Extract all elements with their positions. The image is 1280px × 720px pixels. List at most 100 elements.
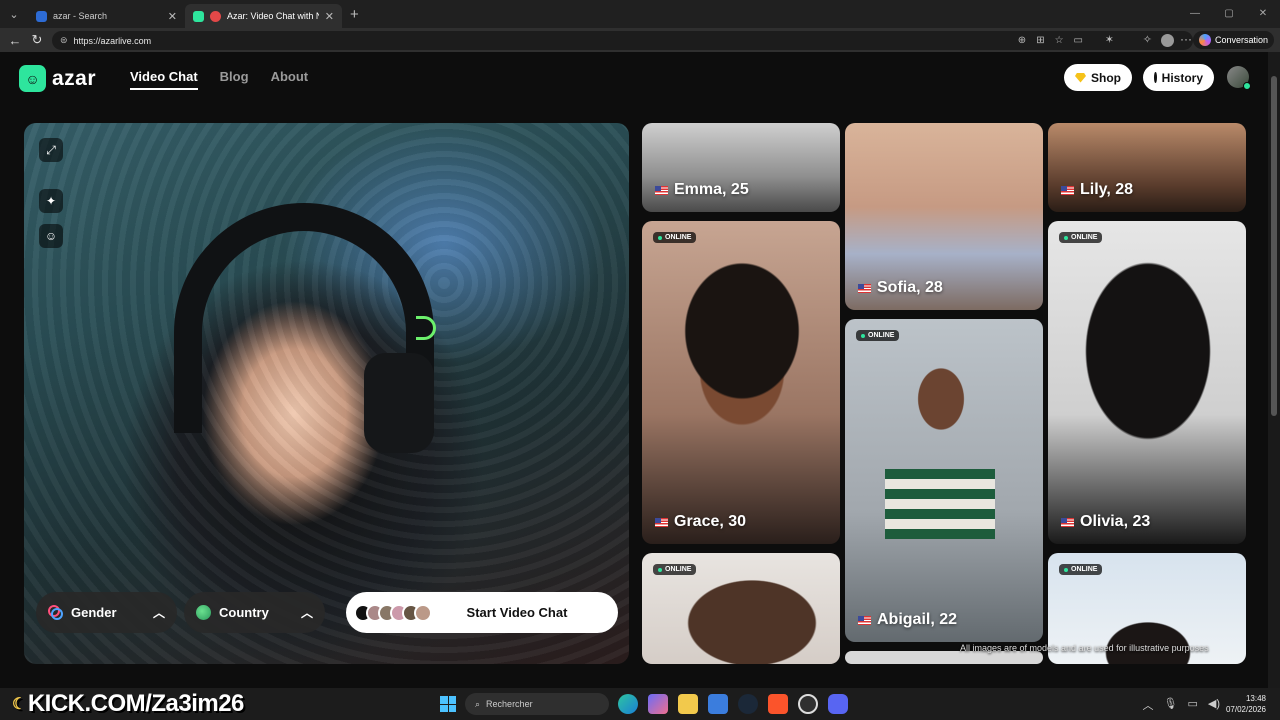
shop-button[interactable]: Shop: [1064, 64, 1132, 91]
us-flag-icon: [655, 185, 668, 195]
profile-name: Olivia, 23: [1061, 513, 1150, 531]
online-badge: ONLINE: [856, 330, 900, 341]
profile-name: Sofia, 28: [858, 279, 943, 297]
gender-filter-button[interactable]: Gender ︿: [36, 592, 177, 633]
search-favicon-icon: [36, 10, 47, 22]
edge-icon[interactable]: [618, 694, 638, 714]
overlay-text: KICK.COM/Za3im26: [27, 690, 245, 717]
headphones-cup-shape: [364, 353, 434, 453]
brave-icon[interactable]: [768, 694, 788, 714]
nav-blog[interactable]: Blog: [220, 69, 249, 90]
nav-about[interactable]: About: [271, 69, 309, 90]
gender-icon: [48, 605, 63, 620]
url-input[interactable]: ⊜ https://azarlive.com ⊕ ⊞ ☆ ▭: [52, 31, 1193, 50]
profile-card[interactable]: ONLINE Abigail, 22: [845, 319, 1043, 642]
magic-wand-icon[interactable]: ✦: [39, 189, 63, 213]
gender-label: Gender: [71, 605, 117, 620]
sticker-icon[interactable]: ☺: [39, 224, 63, 248]
network-icon[interactable]: ▭: [1187, 697, 1197, 713]
online-badge: ONLINE: [653, 564, 697, 575]
volume-icon[interactable]: ◀): [1208, 697, 1220, 713]
logo-text: azar: [52, 66, 97, 90]
obs-icon[interactable]: [798, 694, 818, 714]
minimize-icon[interactable]: —: [1178, 0, 1212, 26]
media-icon[interactable]: ▭: [1074, 35, 1083, 46]
address-bar: ← ↻ ⊜ https://azarlive.com ⊕ ⊞ ☆ ▭ ✶ ✧ ·…: [0, 28, 1280, 52]
taskbar-search[interactable]: ⌕ Rechercher: [465, 693, 609, 715]
browser-tab-bar: ⌄ azar - Search ✕ Azar: Video Chat with …: [0, 0, 1280, 28]
profile-card[interactable]: Sofia, 28: [845, 123, 1043, 310]
profile-name-text: Sofia, 28: [877, 279, 943, 296]
start-video-chat-label: Start Video Chat: [466, 605, 568, 620]
camera-preview: ⤢ ✦ ☺: [24, 123, 629, 664]
site-info-icon[interactable]: ⊜: [60, 35, 68, 46]
us-flag-icon: [858, 283, 871, 293]
more-icon[interactable]: ···: [1180, 32, 1192, 46]
steam-icon[interactable]: [738, 694, 758, 714]
country-filter-button[interactable]: Country ︿: [184, 592, 325, 633]
new-tab-icon[interactable]: +: [350, 6, 359, 23]
profile-name-text: Abigail, 22: [877, 611, 958, 628]
recording-icon: [210, 10, 221, 22]
history-label: History: [1161, 70, 1203, 85]
profile-name: Emma, 25: [655, 181, 749, 199]
online-label: ONLINE: [665, 234, 692, 241]
tab-search[interactable]: azar - Search ✕: [28, 4, 185, 28]
profile-card[interactable]: ONLINE: [642, 553, 840, 664]
chevron-up-icon: ︿: [300, 606, 313, 620]
fullscreen-icon[interactable]: ⤢: [39, 138, 63, 162]
avatar[interactable]: [1227, 66, 1251, 90]
profile-card[interactable]: Emma, 25: [642, 123, 840, 212]
discord-icon[interactable]: [828, 694, 848, 714]
tray-chevron-up-icon[interactable]: ︿: [1143, 697, 1154, 713]
close-window-icon[interactable]: ✕: [1246, 0, 1280, 26]
translate-icon[interactable]: ⊕: [1018, 35, 1026, 46]
close-icon[interactable]: ✕: [168, 10, 177, 23]
store-icon[interactable]: [708, 694, 728, 714]
windows-start-icon[interactable]: [440, 696, 456, 712]
globe-icon: [196, 605, 211, 620]
copilot-icon: [1198, 34, 1211, 46]
microphone-icon[interactable]: 🎙︎: [1164, 697, 1178, 713]
taskbar-apps: [618, 694, 848, 714]
copilot-app-icon[interactable]: [648, 694, 668, 714]
conversation-label: Conversation: [1214, 35, 1268, 45]
shop-label: Shop: [1091, 70, 1121, 85]
tab-azar[interactable]: Azar: Video Chat with New Pe ✕: [185, 4, 342, 28]
tab-title: azar - Search: [53, 11, 108, 21]
time-text: 13:48: [1245, 694, 1266, 703]
close-icon[interactable]: ✕: [325, 10, 334, 23]
profile-icon[interactable]: [1161, 34, 1174, 47]
profile-card[interactable]: ONLINE Grace, 30: [642, 221, 840, 544]
favorite-star-icon[interactable]: ☆: [1055, 35, 1064, 46]
azar-logo[interactable]: ☺ azar: [19, 65, 96, 92]
us-flag-icon: [1061, 517, 1074, 527]
scrollbar-thumb[interactable]: [1271, 76, 1277, 416]
url-text: https://azarlive.com: [73, 35, 152, 46]
file-explorer-icon[interactable]: [678, 694, 698, 714]
profile-card[interactable]: ONLINE Olivia, 23: [1048, 221, 1246, 544]
copilot-conversation-button[interactable]: Conversation: [1192, 31, 1274, 49]
tab-title: Azar: Video Chat with New Pe: [227, 11, 319, 21]
taskbar-clock[interactable]: 13:48 07/02/2026: [1226, 693, 1266, 715]
page-scrollbar[interactable]: [1268, 52, 1280, 688]
maximize-icon[interactable]: ▢: [1212, 0, 1246, 26]
online-badge: ONLINE: [653, 232, 697, 243]
online-label: ONLINE: [1071, 234, 1098, 241]
apps-icon[interactable]: ⊞: [1036, 35, 1044, 46]
nav-video-chat[interactable]: Video Chat: [130, 69, 198, 90]
tab-actions-icon[interactable]: ⌄: [0, 0, 28, 28]
start-video-chat-button[interactable]: Start Video Chat: [346, 592, 618, 633]
favorites-bar-icon[interactable]: ✶: [1105, 33, 1114, 46]
avatar-stack: [354, 603, 432, 622]
refresh-icon[interactable]: ↻: [22, 32, 52, 48]
window-controls: — ▢ ✕: [1178, 0, 1280, 26]
profile-card[interactable]: Lily, 28: [1048, 123, 1246, 212]
profile-name: Abigail, 22: [858, 611, 957, 629]
chevron-up-icon: ︿: [152, 606, 165, 620]
history-button[interactable]: History: [1143, 64, 1214, 91]
online-label: ONLINE: [868, 332, 895, 339]
online-status-dot: [1243, 82, 1251, 90]
collections-icon[interactable]: ✧: [1143, 33, 1152, 46]
profile-name-text: Lily, 28: [1080, 181, 1134, 198]
